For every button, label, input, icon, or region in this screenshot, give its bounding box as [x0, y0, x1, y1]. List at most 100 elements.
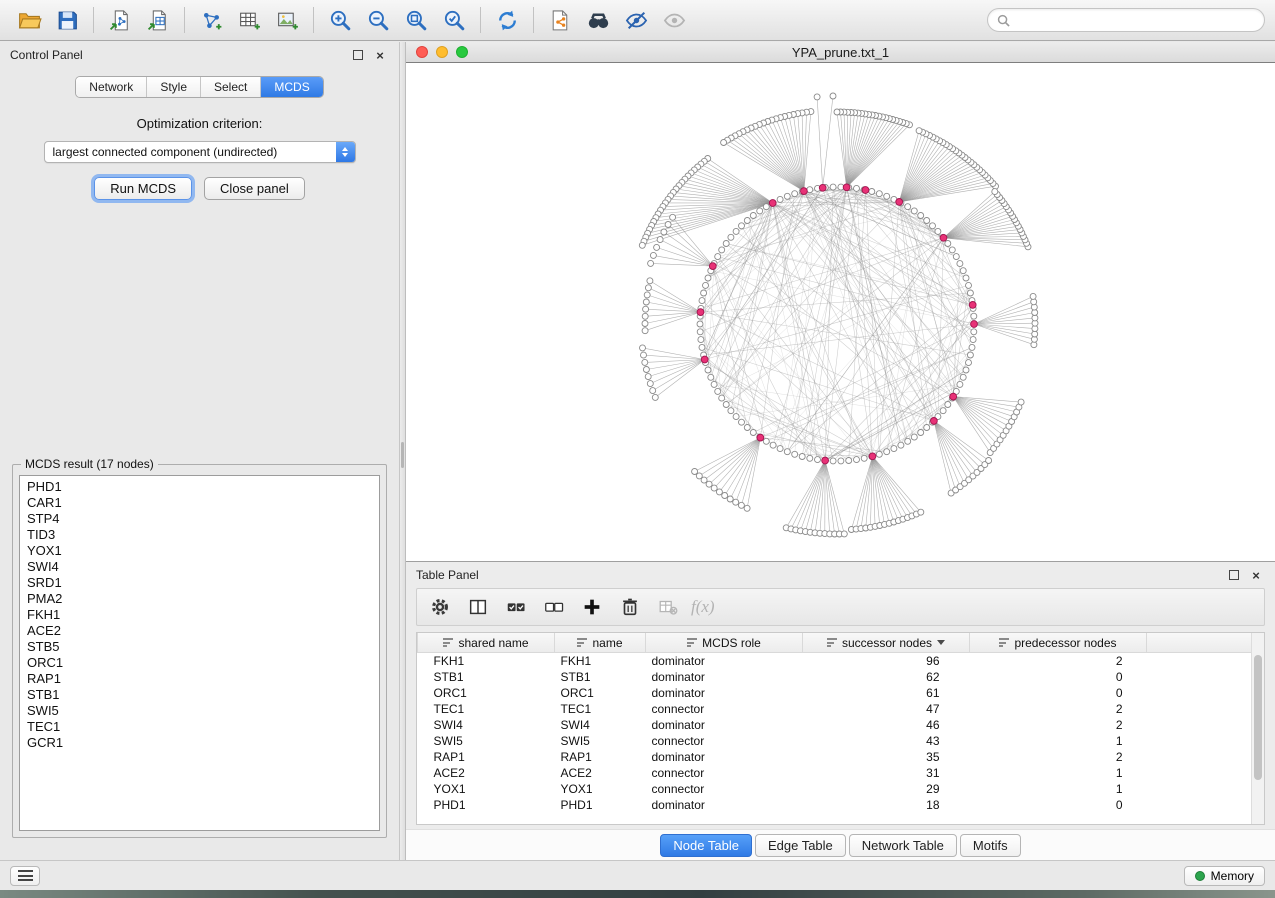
network-node[interactable]	[970, 337, 976, 343]
network-hub-node[interactable]	[701, 356, 708, 363]
network-node[interactable]	[705, 367, 711, 373]
mcds-result-list[interactable]: PHD1CAR1STP4TID3YOX1SWI4SRD1PMA2FKH1ACE2…	[19, 475, 380, 831]
network-node[interactable]	[645, 374, 651, 380]
network-node[interactable]	[719, 395, 725, 401]
network-node[interactable]	[711, 485, 717, 491]
network-node[interactable]	[645, 285, 651, 291]
network-node[interactable]	[727, 496, 733, 502]
column-header-MCDS-role[interactable]: MCDS role	[646, 633, 803, 653]
network-node[interactable]	[647, 278, 653, 284]
network-node[interactable]	[784, 193, 790, 199]
network-node[interactable]	[986, 458, 992, 464]
zoom-fit-button[interactable]	[397, 3, 435, 37]
import-network-button[interactable]	[101, 3, 139, 37]
close-table-panel-button[interactable]: ×	[1247, 566, 1265, 584]
zoom-in-button[interactable]	[321, 3, 359, 37]
network-node[interactable]	[971, 329, 977, 335]
network-node[interactable]	[641, 352, 647, 358]
network-node[interactable]	[701, 477, 707, 483]
network-hub-node[interactable]	[950, 393, 957, 400]
network-node[interactable]	[792, 191, 798, 197]
vertical-splitter[interactable]	[399, 42, 406, 860]
table-scrollbar[interactable]	[1251, 633, 1264, 824]
network-node[interactable]	[967, 352, 973, 358]
network-node[interactable]	[799, 454, 805, 460]
tab-mcds[interactable]: MCDS	[261, 77, 322, 97]
network-node[interactable]	[830, 184, 836, 190]
tab-network-table[interactable]: Network Table	[849, 834, 957, 857]
network-node[interactable]	[911, 434, 917, 440]
network-node[interactable]	[763, 204, 769, 210]
network-node[interactable]	[750, 430, 756, 436]
network-node[interactable]	[698, 337, 704, 343]
network-node[interactable]	[744, 425, 750, 431]
mcds-result-item[interactable]: FKH1	[27, 607, 372, 623]
table-mode-button[interactable]	[425, 593, 455, 621]
zoom-out-button[interactable]	[359, 3, 397, 37]
mcds-result-item[interactable]: STB1	[27, 687, 372, 703]
network-node[interactable]	[966, 282, 972, 288]
share-document-button[interactable]	[541, 3, 579, 37]
mcds-result-item[interactable]: TID3	[27, 527, 372, 543]
network-node[interactable]	[642, 328, 648, 334]
network-node[interactable]	[697, 329, 703, 335]
network-node[interactable]	[642, 313, 648, 319]
network-node[interactable]	[807, 187, 813, 193]
network-node[interactable]	[905, 204, 911, 210]
network-node[interactable]	[960, 374, 966, 380]
mcds-result-item[interactable]: CAR1	[27, 495, 372, 511]
network-hub-node[interactable]	[896, 199, 903, 206]
network-node[interactable]	[654, 244, 660, 250]
network-node[interactable]	[916, 128, 922, 134]
network-hub-node[interactable]	[697, 309, 704, 316]
create-column-button[interactable]	[577, 593, 607, 621]
mcds-result-item[interactable]: PHD1	[27, 479, 372, 495]
network-node[interactable]	[924, 218, 930, 224]
network-node[interactable]	[642, 359, 648, 365]
network-node[interactable]	[963, 367, 969, 373]
network-node[interactable]	[661, 229, 667, 235]
tab-node-table[interactable]: Node Table	[660, 834, 752, 857]
network-node[interactable]	[733, 499, 739, 505]
network-node[interactable]	[738, 502, 744, 508]
close-mcds-panel-button[interactable]: Close panel	[204, 177, 305, 200]
network-hub-node[interactable]	[819, 184, 826, 191]
zoom-window-button[interactable]	[456, 46, 468, 58]
mcds-result-item[interactable]: SWI5	[27, 703, 372, 719]
network-hub-node[interactable]	[843, 184, 850, 191]
network-node[interactable]	[699, 344, 705, 350]
table-row[interactable]: TEC1TEC1connector472	[418, 701, 1252, 717]
network-node[interactable]	[861, 455, 867, 461]
network-node[interactable]	[869, 189, 875, 195]
network-node[interactable]	[918, 430, 924, 436]
network-node[interactable]	[911, 208, 917, 214]
network-node[interactable]	[960, 268, 966, 274]
network-node[interactable]	[905, 438, 911, 444]
network-node[interactable]	[728, 234, 734, 240]
network-node[interactable]	[841, 531, 847, 537]
mcds-result-item[interactable]: ACE2	[27, 623, 372, 639]
network-node[interactable]	[876, 451, 882, 457]
mcds-result-item[interactable]: TEC1	[27, 719, 372, 735]
open-file-button[interactable]	[10, 3, 48, 37]
network-node[interactable]	[744, 505, 750, 511]
minimize-window-button[interactable]	[436, 46, 448, 58]
float-table-panel-button[interactable]	[1225, 566, 1243, 584]
network-node[interactable]	[640, 345, 646, 351]
network-node[interactable]	[639, 242, 645, 248]
optimization-criterion-select[interactable]: largest connected component (undirected)	[44, 141, 356, 163]
new-network-button[interactable]	[192, 3, 230, 37]
network-node[interactable]	[957, 261, 963, 267]
mcds-result-item[interactable]: YOX1	[27, 543, 372, 559]
network-node[interactable]	[830, 458, 836, 464]
mcds-result-item[interactable]: GCR1	[27, 735, 372, 751]
tab-style[interactable]: Style	[147, 77, 201, 97]
network-hub-node[interactable]	[822, 457, 829, 464]
table-row[interactable]: ACE2ACE2connector311	[418, 765, 1252, 781]
column-header-name[interactable]: name	[555, 633, 646, 653]
network-node[interactable]	[706, 481, 712, 487]
network-hub-node[interactable]	[940, 234, 947, 241]
mcds-result-item[interactable]: RAP1	[27, 671, 372, 687]
network-node[interactable]	[777, 196, 783, 202]
network-node[interactable]	[854, 457, 860, 463]
